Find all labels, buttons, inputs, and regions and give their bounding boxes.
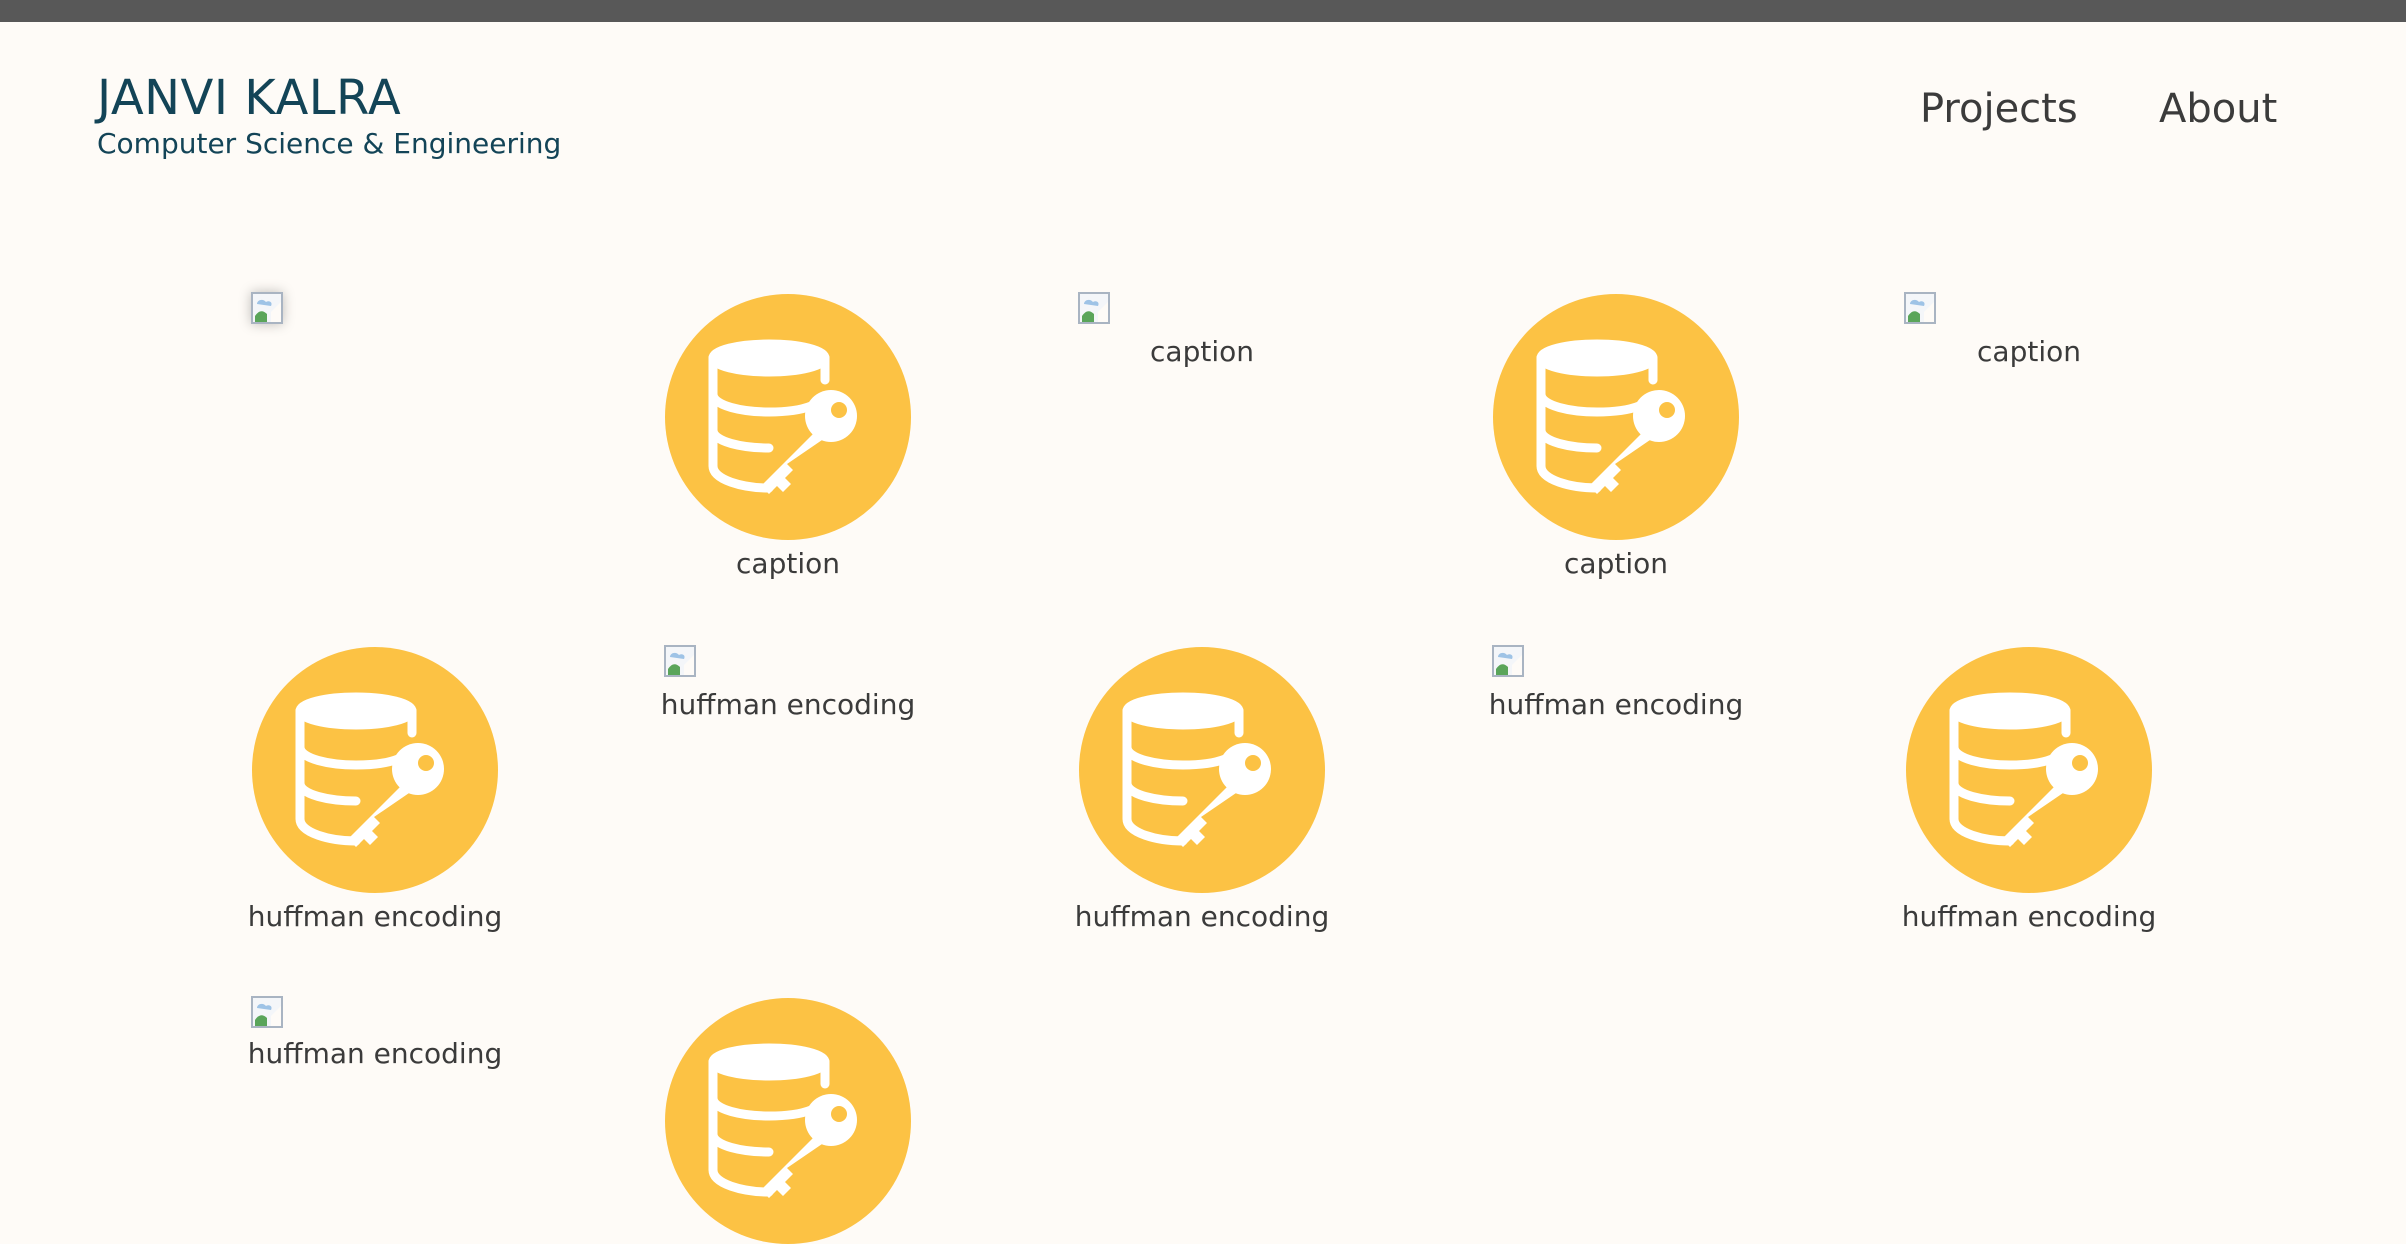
project-card[interactable]: caption [1012,334,1392,370]
database-key-icon [1493,294,1739,540]
project-caption: huffman encoding [247,900,503,933]
project-card[interactable]: caption [1839,334,2219,370]
project-caption: huffman encoding [1074,900,1330,933]
broken-image-icon[interactable] [1078,292,1110,324]
project-caption: caption [1977,335,2081,368]
nav-projects-link[interactable]: Projects [1920,84,2078,134]
image-placeholder-icon [664,645,696,677]
site-subtitle: Computer Science & Engineering [97,127,562,160]
broken-image-icon[interactable] [1492,645,1524,677]
project-card[interactable]: huffman encoding [185,647,565,935]
project-card[interactable]: caption [1426,294,1806,582]
database-key-icon [665,998,911,1244]
project-card[interactable]: huffman encoding [598,687,978,723]
project-caption: huffman encoding [660,688,916,721]
image-placeholder-icon [1078,292,1110,324]
project-card[interactable]: huffman encoding [185,1036,565,1072]
image-placeholder-icon [251,996,283,1028]
broken-image-icon[interactable] [251,292,283,324]
broken-image-icon[interactable] [251,996,283,1028]
nav-about-link[interactable]: About [2159,84,2277,134]
image-placeholder-icon [1492,645,1524,677]
project-card[interactable]: huffman encoding [1839,647,2219,935]
site-brand[interactable]: JANVI KALRA Computer Science & Engineeri… [97,68,561,162]
broken-image-icon[interactable] [1904,292,1936,324]
project-caption: caption [736,547,840,580]
database-key-icon [1079,647,1325,893]
image-placeholder-icon [251,292,283,324]
broken-image-icon[interactable] [664,645,696,677]
project-caption: huffman encoding [1901,900,2157,933]
project-caption: caption [1564,547,1668,580]
project-caption: huffman encoding [1488,688,1744,721]
image-placeholder-icon [1904,292,1936,324]
database-key-icon [665,294,911,540]
project-card[interactable]: huffman encoding [1012,647,1392,935]
project-card[interactable]: caption [598,294,978,582]
project-caption: huffman encoding [247,1037,503,1070]
project-caption: caption [1150,335,1254,368]
project-card[interactable] [598,998,978,1244]
project-card[interactable]: huffman encoding [1426,687,1806,723]
database-key-icon [1906,647,2152,893]
database-key-icon [252,647,498,893]
top-bar [0,0,2406,22]
site-title: JANVI KALRA [97,70,402,126]
